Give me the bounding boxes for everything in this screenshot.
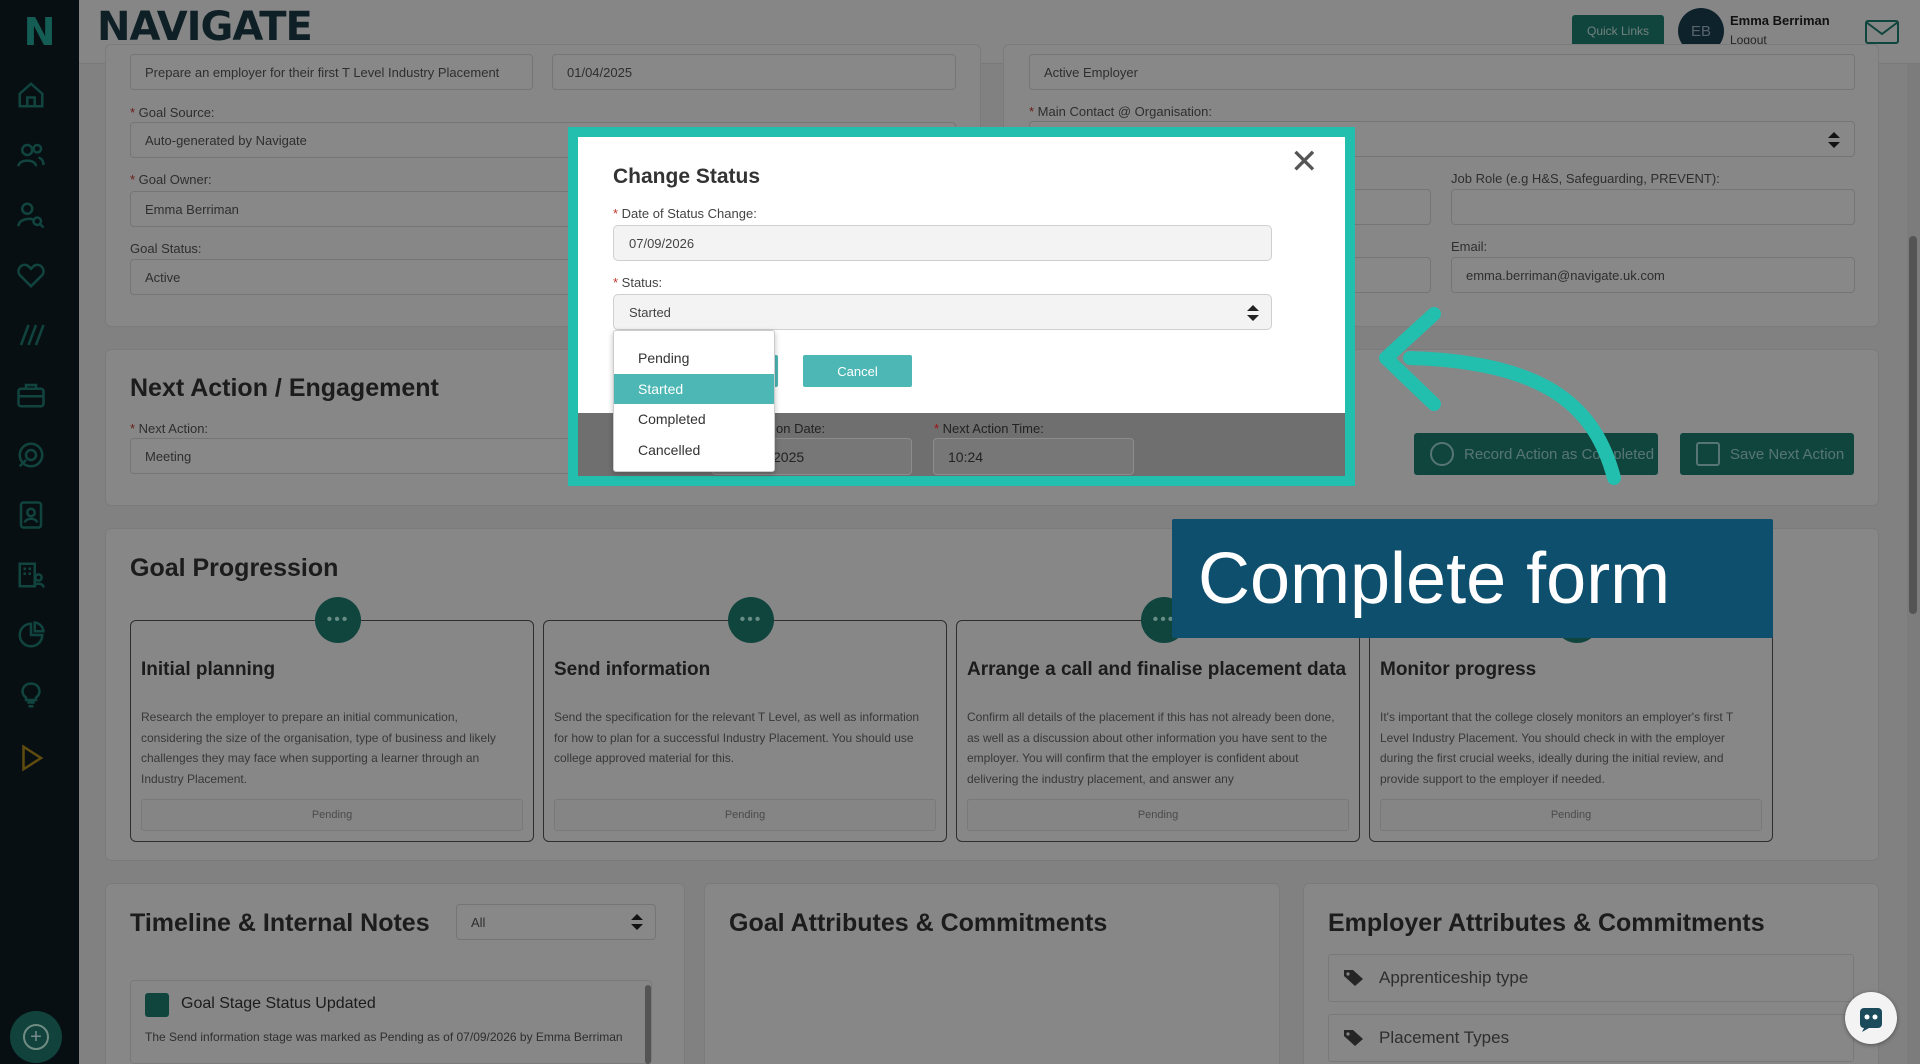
next-action-time-field[interactable]: 10:24 bbox=[933, 438, 1134, 475]
select-arrow-icon bbox=[1247, 305, 1259, 321]
status-option-completed[interactable]: Completed bbox=[614, 404, 774, 435]
annotation-callout: Complete form bbox=[1172, 519, 1773, 638]
status-dropdown-list: Pending Started Completed Cancelled bbox=[613, 330, 775, 472]
status-option-cancelled[interactable]: Cancelled bbox=[614, 435, 774, 466]
date-of-status-change-label: * Date of Status Change: bbox=[613, 206, 757, 221]
status-option-pending[interactable]: Pending bbox=[614, 343, 774, 374]
cancel-button[interactable]: Cancel bbox=[803, 355, 912, 387]
status-select[interactable]: Started bbox=[613, 294, 1272, 330]
status-label: * Status: bbox=[613, 275, 663, 290]
next-action-time-label: * Next Action Time: bbox=[934, 421, 1044, 436]
curved-arrow-icon bbox=[1379, 307, 1621, 485]
status-select-value: Started bbox=[629, 305, 671, 320]
date-of-status-change-field[interactable]: 07/09/2026 bbox=[613, 225, 1272, 261]
modal-title: Change Status bbox=[613, 165, 761, 188]
status-option-started[interactable]: Started bbox=[614, 373, 774, 404]
next-action-date-label: on Date: bbox=[776, 421, 826, 436]
help-chat-icon[interactable] bbox=[1845, 992, 1897, 1044]
close-icon[interactable]: ✕ bbox=[1290, 145, 1319, 179]
